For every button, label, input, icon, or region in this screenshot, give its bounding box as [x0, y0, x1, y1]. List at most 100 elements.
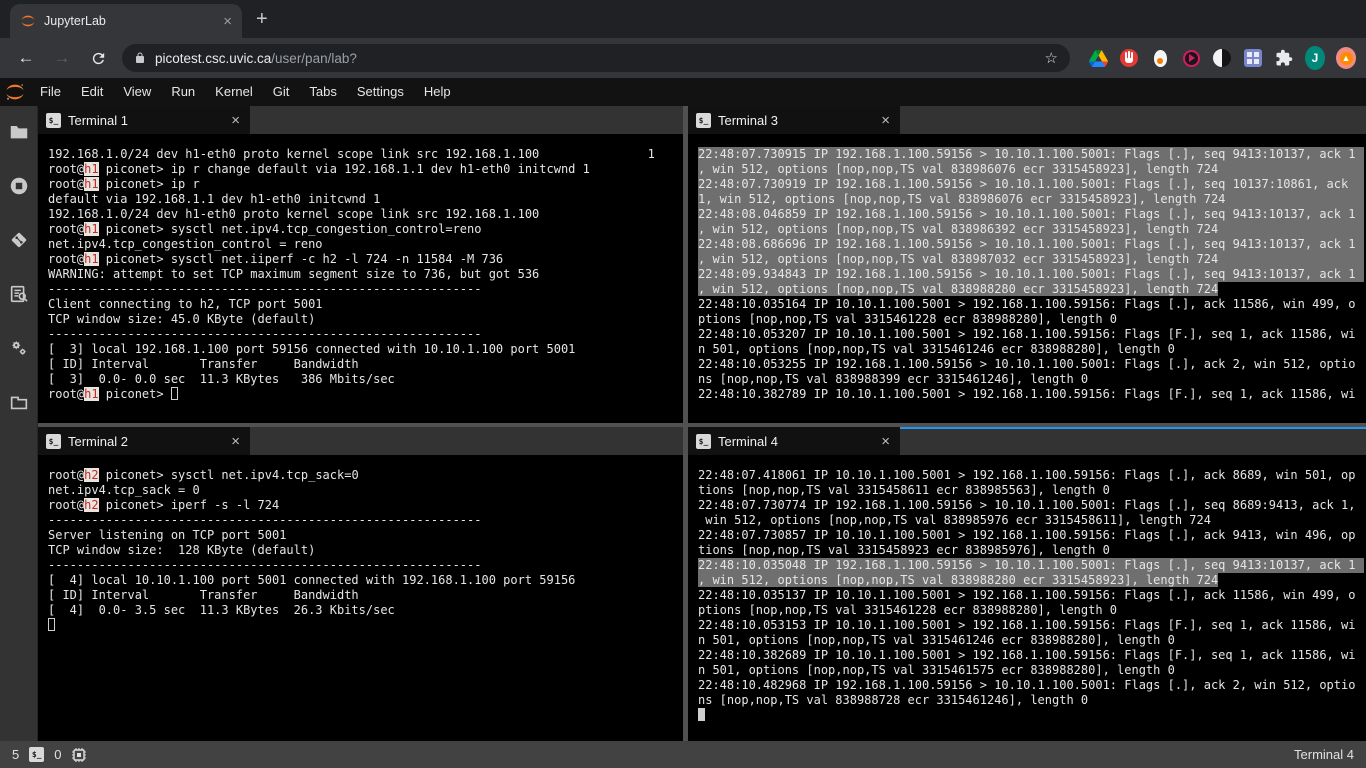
back-icon[interactable]: ←: [12, 44, 40, 72]
terminal-line: TCP window size: 45.0 KByte (default): [48, 312, 681, 327]
terminal3-output[interactable]: 22:48:07.730915 IP 192.168.1.100.59156 >…: [688, 134, 1366, 423]
adblock-hand-icon[interactable]: [1119, 48, 1139, 68]
browser-toolbar: ← → picotest.csc.uvic.ca/user/pan/lab? ☆: [0, 38, 1366, 78]
terminal-line: ----------------------------------------…: [48, 558, 681, 573]
menu-view[interactable]: View: [113, 78, 161, 106]
reload-icon[interactable]: [84, 44, 112, 72]
host-highlight: h1: [84, 162, 98, 176]
terminal-line: root@h1 piconet> ip r change default via…: [48, 162, 681, 177]
extension-window-icon[interactable]: [7, 390, 31, 414]
jupyterlab-main: $_ Terminal 1 × 192.168.1.0/24 dev h1-et…: [0, 106, 1366, 741]
terminal-line: [48, 618, 681, 633]
inspector-icon[interactable]: [7, 282, 31, 306]
new-tab-button[interactable]: +: [256, 8, 268, 31]
host-highlight: h1: [84, 252, 98, 266]
terminal-line: n 501, options [nop,nop,TS val 331546157…: [698, 663, 1364, 678]
menu-kernel[interactable]: Kernel: [205, 78, 263, 106]
terminal-line: 22:48:07.730857 IP 10.10.1.100.5001 > 19…: [698, 528, 1364, 543]
terminal-line: 192.168.1.0/24 dev h1-eth0 proto kernel …: [48, 147, 681, 162]
terminal-line: 22:48:07.730915 IP 192.168.1.100.59156 >…: [698, 147, 1364, 162]
bookmark-star-icon[interactable]: ☆: [1045, 49, 1058, 67]
terminal1-tab-label: Terminal 1: [68, 113, 222, 128]
terminal-line: 22:48:07.730919 IP 192.168.1.100.59156 >…: [698, 177, 1364, 192]
menu-run[interactable]: Run: [161, 78, 205, 106]
running-sessions-icon[interactable]: [7, 174, 31, 198]
terminal4-panel: $_ Terminal 4 × 22:48:07.418061 IP 10.10…: [688, 427, 1366, 741]
close-icon[interactable]: ×: [229, 112, 242, 129]
terminal-line: TCP window size: 128 KByte (default): [48, 543, 681, 558]
google-drive-icon[interactable]: [1088, 48, 1108, 68]
terminal1-tabbar: $_ Terminal 1 ×: [38, 106, 683, 134]
statusbar-current-widget: Terminal 4: [1294, 747, 1354, 762]
terminal-line: root@h2 piconet> iperf -s -l 724: [48, 498, 681, 513]
terminal-line: 22:48:10.053207 IP 10.10.1.100.5001 > 19…: [698, 327, 1364, 342]
terminal1-output[interactable]: 192.168.1.0/24 dev h1-eth0 proto kernel …: [38, 134, 683, 423]
menu-items: FileEditViewRunKernelGitTabsSettingsHelp: [30, 78, 461, 106]
close-icon[interactable]: ×: [229, 433, 242, 450]
url-bar[interactable]: picotest.csc.uvic.ca/user/pan/lab? ☆: [122, 44, 1070, 72]
terminal-line: , win 512, options [nop,nop,TS val 83898…: [698, 282, 1364, 297]
terminal-line: n 501, options [nop,nop,TS val 331546124…: [698, 342, 1364, 357]
terminal2-panel: $_ Terminal 2 × root@h2 piconet> sysctl …: [38, 427, 683, 741]
host-highlight: h1: [84, 177, 98, 191]
egg-icon[interactable]: [1150, 48, 1170, 68]
terminal1-tab[interactable]: $_ Terminal 1 ×: [38, 106, 250, 134]
terminal-line: tions [nop,nop,TS val 3315458923 ecr 838…: [698, 543, 1364, 558]
terminal1-panel: $_ Terminal 1 × 192.168.1.0/24 dev h1-et…: [38, 106, 683, 423]
terminal-line: 22:48:07.418061 IP 10.10.1.100.5001 > 19…: [698, 468, 1364, 483]
terminal-line: 22:48:10.035048 IP 192.168.1.100.59156 >…: [698, 558, 1364, 573]
terminal4-tab[interactable]: $_ Terminal 4 ×: [688, 427, 900, 455]
url-path: /user/pan/lab?: [271, 51, 357, 66]
close-icon[interactable]: ×: [879, 433, 892, 450]
tiles-grid-icon[interactable]: [1243, 48, 1263, 68]
menu-settings[interactable]: Settings: [347, 78, 414, 106]
terminal-line: 22:48:10.035164 IP 10.10.1.100.5001 > 19…: [698, 297, 1364, 312]
tab-close-icon[interactable]: ×: [223, 14, 232, 29]
terminal4-tabbar: $_ Terminal 4 ×: [688, 427, 1366, 455]
terminals-count: 5: [12, 747, 19, 762]
terminal3-tabbar: $_ Terminal 3 ×: [688, 106, 1366, 134]
play-circle-icon[interactable]: [1181, 48, 1201, 68]
host-highlight: h2: [84, 498, 98, 512]
git-icon[interactable]: [7, 228, 31, 252]
terminal-line: ptions [nop,nop,TS val 3315461228 ecr 83…: [698, 312, 1364, 327]
terminal4-output[interactable]: 22:48:07.418061 IP 10.10.1.100.5001 > 19…: [688, 455, 1366, 741]
menu-help[interactable]: Help: [414, 78, 461, 106]
terminal-line: ns [nop,nop,TS val 838988728 ecr 3315461…: [698, 693, 1364, 708]
terminal-line: default via 192.168.1.1 dev h1-eth0 init…: [48, 192, 681, 207]
host-highlight: h1: [84, 387, 98, 401]
terminal-line: [ 4] local 10.10.1.100 port 5001 connect…: [48, 573, 681, 588]
terminal-line: , win 512, options [nop,nop,TS val 83898…: [698, 252, 1364, 267]
dock-panel: $_ Terminal 1 × 192.168.1.0/24 dev h1-et…: [38, 106, 1366, 741]
terminal-cursor: [171, 387, 178, 400]
terminal-line: , win 512, options [nop,nop,TS val 83898…: [698, 573, 1364, 588]
menu-git[interactable]: Git: [263, 78, 300, 106]
property-gears-icon[interactable]: [7, 336, 31, 360]
terminal2-tab[interactable]: $_ Terminal 2 ×: [38, 427, 250, 455]
terminal2-output[interactable]: root@h2 piconet> sysctl net.ipv4.tcp_sac…: [38, 455, 683, 741]
forward-icon[interactable]: →: [48, 44, 76, 72]
statusbar-sessions[interactable]: 5 $_ 0: [12, 747, 87, 763]
extensions-puzzle-icon[interactable]: [1274, 48, 1294, 68]
dark-mode-moon-icon[interactable]: [1212, 48, 1232, 68]
terminal2-tabbar: $_ Terminal 2 ×: [38, 427, 683, 455]
host-highlight: h2: [84, 468, 98, 482]
terminal-line: Server listening on TCP port 5001: [48, 528, 681, 543]
terminal-line: [ 3] local 192.168.1.100 port 59156 conn…: [48, 342, 681, 357]
terminal3-tab-label: Terminal 3: [718, 113, 872, 128]
terminal3-panel: $_ Terminal 3 × 22:48:07.730915 IP 192.1…: [688, 106, 1366, 423]
terminal-line: ns [nop,nop,TS val 838988399 ecr 3315461…: [698, 372, 1364, 387]
terminal3-tab[interactable]: $_ Terminal 3 ×: [688, 106, 900, 134]
profile-avatar[interactable]: J: [1305, 48, 1325, 68]
terminal-line: ----------------------------------------…: [48, 282, 681, 297]
host-highlight: h1: [84, 222, 98, 236]
file-browser-icon[interactable]: [7, 120, 31, 144]
updater-arrow-icon[interactable]: ▲: [1336, 48, 1356, 68]
menu-tabs[interactable]: Tabs: [299, 78, 346, 106]
terminal-status-icon: $_: [29, 747, 44, 762]
menu-file[interactable]: File: [30, 78, 71, 106]
menu-edit[interactable]: Edit: [71, 78, 113, 106]
terminal-line: root@h2 piconet> sysctl net.ipv4.tcp_sac…: [48, 468, 681, 483]
browser-tab[interactable]: JupyterLab ×: [10, 4, 242, 38]
close-icon[interactable]: ×: [879, 112, 892, 129]
